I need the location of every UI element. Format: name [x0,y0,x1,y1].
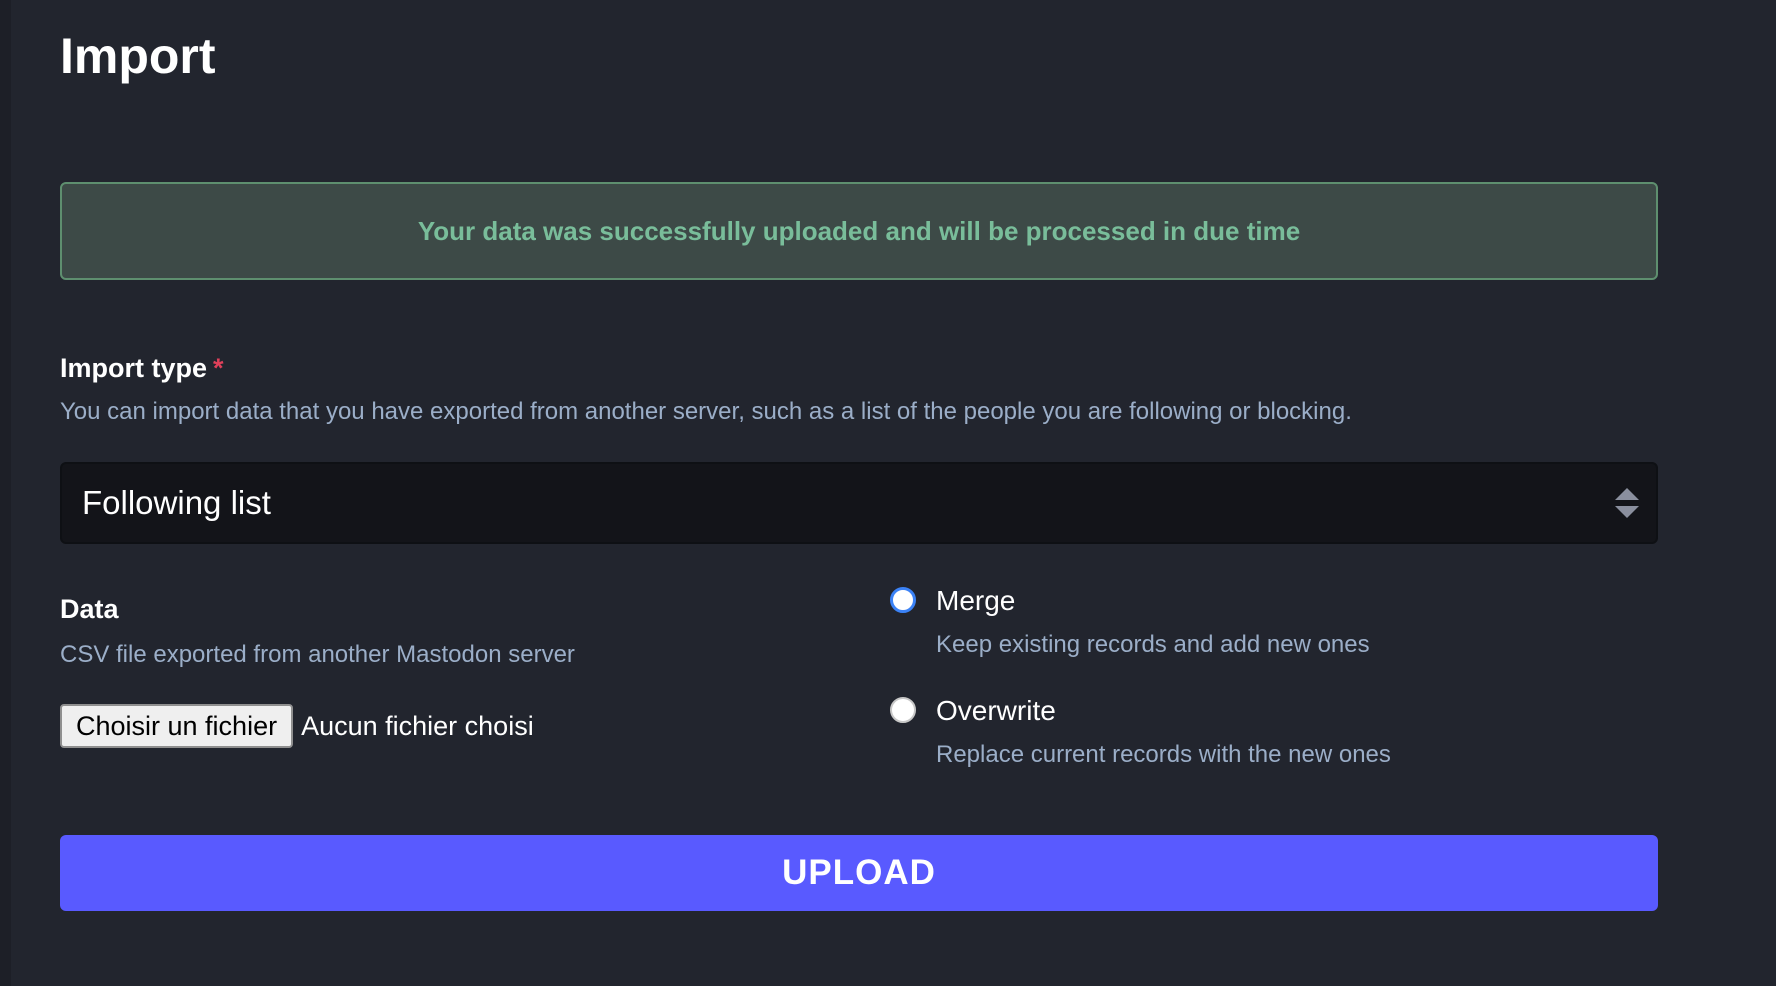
select-arrows-icon [1615,488,1639,518]
choose-file-button[interactable]: Choisir un fichier [60,704,294,748]
data-label: Data [60,594,119,624]
merge-radio[interactable] [890,587,916,613]
required-asterisk: * [213,353,224,383]
page-title: Import [60,28,216,84]
merge-hint: Keep existing records and add new ones [936,631,1370,658]
data-hint: CSV file exported from another Mastodon … [60,641,575,668]
flash-text: Your data was successfully uploaded and … [417,215,1301,246]
import-type-hint: You can import data that you have export… [60,398,1352,425]
sidebar-edge [0,0,11,986]
success-flash-message: Your data was successfully uploaded and … [60,182,1658,280]
overwrite-radio[interactable] [890,697,916,723]
overwrite-radio-label[interactable]: Overwrite [936,694,1056,728]
upload-button[interactable]: UPLOAD [60,835,1658,911]
overwrite-hint: Replace current records with the new one… [936,741,1391,768]
file-status-text: Aucun fichier choisi [301,710,534,741]
import-type-label-text: Import type [60,353,208,383]
import-type-select[interactable]: Following list [60,462,1658,544]
merge-radio-label[interactable]: Merge [936,584,1015,618]
import-type-label: Import type * [60,351,224,385]
import-type-selected-value: Following list [82,484,271,521]
main-content: Import Your data was successfully upload… [11,0,1776,986]
file-input: Choisir un fichier Aucun fichier choisi [60,704,534,748]
